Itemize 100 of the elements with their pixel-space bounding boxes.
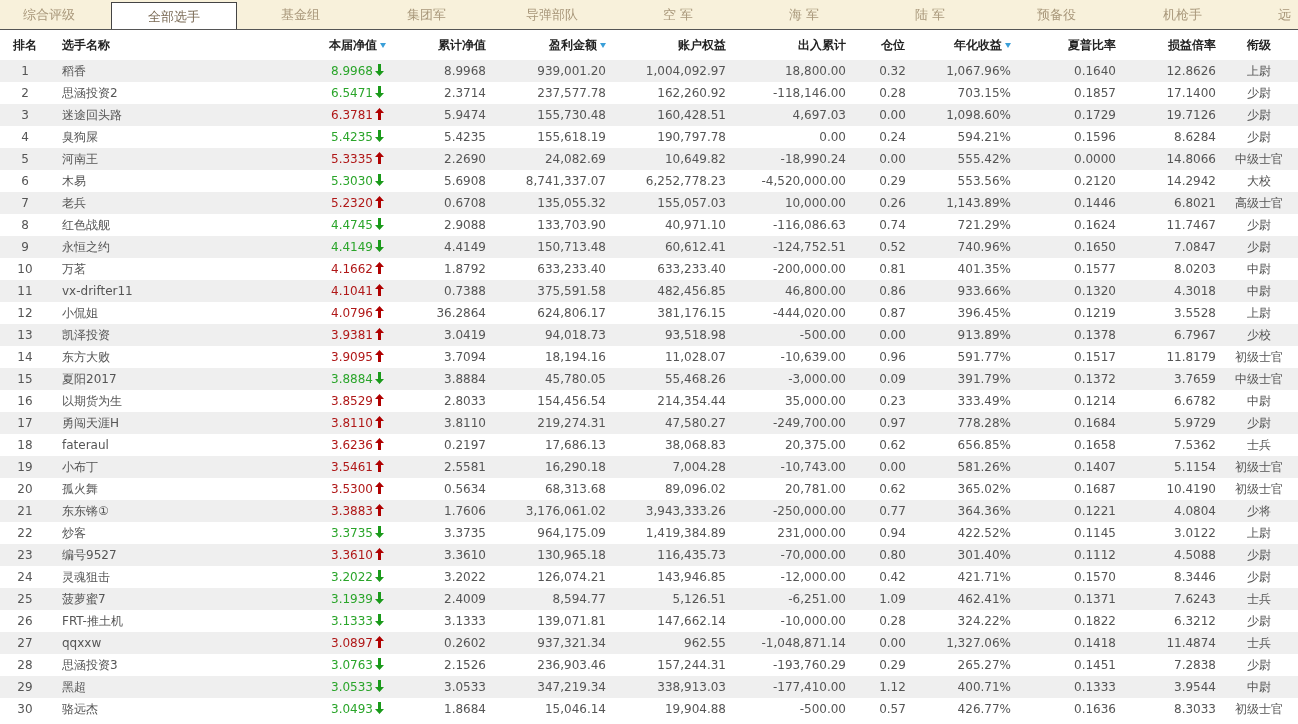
table-cell: 190,797.78 xyxy=(657,130,726,144)
table-cell: -18,990.24 xyxy=(780,152,846,166)
player-name: 老兵 xyxy=(62,195,86,210)
table-cell: 10.4190 xyxy=(1166,482,1216,496)
player-name: 菠萝蜜7 xyxy=(62,591,106,606)
column-header[interactable]: 账户权益 xyxy=(678,37,726,52)
table-cell: 237,577.78 xyxy=(537,86,606,100)
table-cell: 17.1400 xyxy=(1166,86,1216,100)
table-cell: 0.94 xyxy=(879,526,906,540)
table-cell: 0.1517 xyxy=(1074,350,1116,364)
sort-down-icon[interactable] xyxy=(600,42,606,48)
column-header[interactable]: 选手名称 xyxy=(62,37,110,52)
table-cell: 0.29 xyxy=(879,658,906,672)
table-cell: 591.77% xyxy=(957,350,1011,364)
table-cell: 3.0122 xyxy=(1174,526,1216,540)
table-cell: 633,233.40 xyxy=(537,262,606,276)
table-cell: 18 xyxy=(17,438,33,452)
column-header[interactable]: 出入累计 xyxy=(798,37,846,52)
table-cell: 0.1857 xyxy=(1074,86,1116,100)
table-cell: 55,468.26 xyxy=(664,372,726,386)
table-cell: 3.3610 xyxy=(444,548,486,562)
table-cell: -444,020.00 xyxy=(772,306,846,320)
table-cell: 3 xyxy=(21,108,29,122)
table-cell: 0.32 xyxy=(879,64,906,78)
column-header[interactable]: 排名 xyxy=(13,37,37,52)
table-cell: -70,000.00 xyxy=(780,548,846,562)
table-cell: 0.1221 xyxy=(1074,504,1116,518)
table-cell: 656.85% xyxy=(957,438,1011,452)
table-cell: 0.28 xyxy=(879,614,906,628)
table-cell: 初级士官 xyxy=(1235,349,1283,364)
table-cell: 8.3446 xyxy=(1174,570,1216,584)
table-cell: 中尉 xyxy=(1247,283,1271,298)
table-cell: -200,000.00 xyxy=(772,262,846,276)
table-cell: 中级士官 xyxy=(1235,371,1283,386)
player-name: 稻香 xyxy=(62,63,86,78)
table-cell: 1.7606 xyxy=(444,504,486,518)
player-name: 灵魂狙击 xyxy=(62,569,110,584)
table-cell: 17 xyxy=(17,416,33,430)
table-cell: 0.1320 xyxy=(1074,284,1116,298)
table-cell: 3.7094 xyxy=(444,350,486,364)
table-cell: 中尉 xyxy=(1247,393,1271,408)
table-cell: 214,354.44 xyxy=(657,394,726,408)
table-cell: 8.9968 xyxy=(331,64,373,78)
table-cell: 5.1154 xyxy=(1174,460,1216,474)
player-name: 红色战舰 xyxy=(62,217,110,232)
table-cell: 3.7659 xyxy=(1174,372,1216,386)
table-cell: 上尉 xyxy=(1247,305,1271,320)
table-cell: 0.1570 xyxy=(1074,570,1116,584)
sort-down-icon[interactable] xyxy=(1005,42,1011,48)
column-header[interactable]: 盈利金额 xyxy=(549,37,597,52)
table-cell: 4.0796 xyxy=(331,306,373,320)
table-cell: 3.9095 xyxy=(331,350,373,364)
column-header[interactable]: 仓位 xyxy=(880,37,905,52)
table-cell: 2.5581 xyxy=(444,460,486,474)
column-header[interactable]: 本届净值 xyxy=(329,37,377,52)
table-cell: 0.1407 xyxy=(1074,460,1116,474)
table-cell: 少尉 xyxy=(1247,569,1271,584)
table-cell: 157,244.31 xyxy=(657,658,726,672)
table-cell: 0.96 xyxy=(879,350,906,364)
table-cell: 14.8066 xyxy=(1166,152,1216,166)
table-cell: 130,965.18 xyxy=(537,548,606,562)
column-header[interactable]: 年化收益 xyxy=(954,37,1002,52)
table-cell: 721.29% xyxy=(957,218,1011,232)
table-cell: 4.0804 xyxy=(1174,504,1216,518)
column-header[interactable]: 衔级 xyxy=(1247,37,1271,52)
player-name: 迷途回头路 xyxy=(62,107,122,122)
table-cell: -500.00 xyxy=(799,702,846,716)
table-cell: 8.3033 xyxy=(1174,702,1216,716)
table-cell: 364.36% xyxy=(957,504,1011,518)
table-cell: 19,904.88 xyxy=(664,702,726,716)
table-cell: 21 xyxy=(17,504,33,518)
column-header[interactable]: 夏普比率 xyxy=(1068,37,1116,52)
table-cell: 962.55 xyxy=(684,636,726,650)
table-cell: 3.0419 xyxy=(444,328,486,342)
table-cell: -250,000.00 xyxy=(772,504,846,518)
table-cell: 0.00 xyxy=(879,152,906,166)
table-cell: 4.4149 xyxy=(444,240,486,254)
column-header[interactable]: 损益倍率 xyxy=(1168,37,1216,52)
table-cell: 964,175.09 xyxy=(537,526,606,540)
table-cell: -10,639.00 xyxy=(780,350,846,364)
player-name: 炒客 xyxy=(62,525,86,540)
table-cell: 15,046.14 xyxy=(544,702,606,716)
table-cell: 9 xyxy=(21,240,29,254)
table-cell: 624,806.17 xyxy=(537,306,606,320)
table-cell: 少尉 xyxy=(1247,415,1271,430)
table-cell: 7.5362 xyxy=(1174,438,1216,452)
table-cell: 8.6284 xyxy=(1174,130,1216,144)
table-cell: 3.9381 xyxy=(331,328,373,342)
table-cell: 0.97 xyxy=(879,416,906,430)
table-cell: 375,591.58 xyxy=(537,284,606,298)
table-cell: 150,713.48 xyxy=(537,240,606,254)
table-cell: 4.1041 xyxy=(331,284,373,298)
table-cell: 7 xyxy=(21,196,29,210)
table-cell: 1,004,092.97 xyxy=(645,64,726,78)
tab[interactable]: 全部选手 xyxy=(111,2,237,29)
table-cell: 5.3030 xyxy=(331,174,373,188)
table-cell: 3.3735 xyxy=(444,526,486,540)
sort-down-icon[interactable] xyxy=(380,42,386,48)
column-header[interactable]: 累计净值 xyxy=(438,37,486,52)
table-cell: 0.28 xyxy=(879,86,906,100)
